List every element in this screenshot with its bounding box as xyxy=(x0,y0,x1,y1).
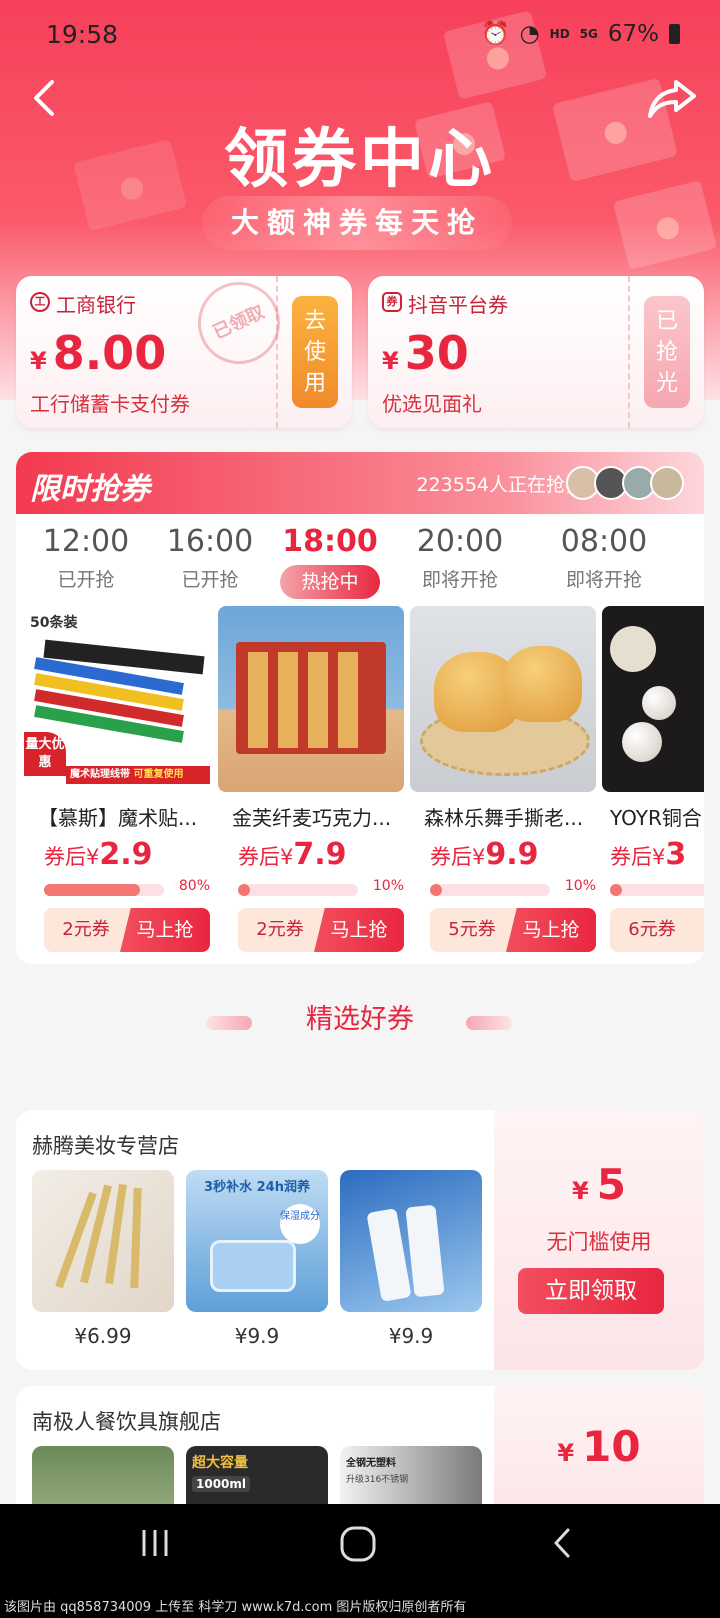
image-badge-count: 50条装 xyxy=(30,615,78,631)
coupon-desc: 优选见面礼 xyxy=(382,392,482,416)
image-banner: 魔术贴理线带 xyxy=(70,769,130,780)
product-image-bread xyxy=(410,606,596,792)
limited-header: 限时抢券 223554人正在抢券 xyxy=(16,452,704,514)
signal-label: 5G xyxy=(579,26,598,41)
avatar xyxy=(650,466,684,500)
limited-title: 限时抢券 xyxy=(30,472,150,507)
time-slot-1600[interactable]: 16:00 已开抢 xyxy=(140,524,280,592)
image-badge-corner: 量大优惠 xyxy=(24,732,66,776)
store-product-price: ¥6.99 xyxy=(74,1324,132,1348)
limited-time-section: 限时抢券 223554人正在抢券 12:00 已开抢 16:00 已开抢 18:00… xyxy=(16,452,704,964)
battery-icon xyxy=(669,23,680,44)
progress-label: 10% xyxy=(372,878,404,894)
store-card: 赫腾美妆专营店 ¥6.99 3秒补水 24h润养 保湿成分 ¥9.9 ¥9.9 … xyxy=(16,1110,704,1370)
coupon-desc: 工行储蓄卡支付券 xyxy=(30,392,190,416)
coupon-value: 2元券 xyxy=(62,919,110,940)
recent-apps-button[interactable] xyxy=(138,1526,172,1560)
product-name: 【慕斯】魔术贴... xyxy=(38,806,198,830)
icbc-logo-icon: 工 xyxy=(30,292,50,312)
progress-bar xyxy=(610,884,704,896)
store-coupon-amount: 5 xyxy=(596,1160,626,1209)
store-coupon-amount: 10 xyxy=(582,1422,641,1471)
image-banner-sub: 可重复使用 xyxy=(133,769,184,780)
product-image-earrings xyxy=(602,606,704,792)
coupon-card-douyin: 券 抖音平台券 ¥30 优选见面礼 已抢光 xyxy=(368,276,704,428)
product-image-velcro: 50条装 量大优惠 魔术贴理线带 可重复使用 xyxy=(24,606,210,792)
coupon-value: 5元券 xyxy=(448,919,496,940)
home-button[interactable] xyxy=(338,1524,378,1564)
progress-label: 10% xyxy=(564,878,596,894)
network-label: HD xyxy=(549,26,570,41)
clock: 19:58 xyxy=(46,20,119,49)
nav-back-button[interactable] xyxy=(546,1526,580,1560)
coupon-currency: ¥ xyxy=(382,347,399,375)
watermark-text: 该图片由 qq858734009 上传至 科学刀 www.k7d.com 图片版… xyxy=(0,1598,720,1618)
home-icon xyxy=(340,1526,376,1562)
store-product-price: ¥9.9 xyxy=(388,1324,434,1348)
store-coupon-condition: 无门槛使用 xyxy=(546,1230,652,1254)
store-product-image[interactable] xyxy=(340,1170,482,1312)
product-price: 9.9 xyxy=(485,837,539,872)
claim-now-button[interactable]: 立即领取 xyxy=(518,1268,664,1314)
wifi-icon: ◔ xyxy=(519,20,540,47)
product-name: YOYR铜合 xyxy=(610,806,702,830)
grab-button[interactable]: 马上抢 xyxy=(314,908,404,952)
product-price: 7.9 xyxy=(293,837,347,872)
chevron-left-icon xyxy=(554,1528,570,1558)
time-slot-2000[interactable]: 20:00 即将开抢 xyxy=(390,524,530,592)
product-card[interactable]: 金芙纤麦巧克力... 券后¥7.9 10% 2元券 马上抢 xyxy=(218,606,404,952)
coupon-issuer: 抖音平台券 xyxy=(408,293,508,317)
progress-bar xyxy=(44,884,164,896)
product-name: 金芙纤麦巧克力... xyxy=(232,806,392,830)
sold-out-button[interactable]: 已抢光 xyxy=(644,296,690,408)
coupon-divider xyxy=(276,276,278,428)
grab-button[interactable]: 马上抢 xyxy=(506,908,596,952)
store-product-image[interactable] xyxy=(32,1170,174,1312)
featured-title: 精选好券 xyxy=(306,1004,414,1035)
store-product-price: ¥9.9 xyxy=(234,1324,280,1348)
time-slot-1200[interactable]: 12:00 已开抢 xyxy=(16,524,156,592)
product-image-chocolate xyxy=(218,606,404,792)
coupon-value: 6元券 xyxy=(628,919,676,940)
coupon-currency: ¥ xyxy=(30,347,47,375)
coupon-card-icbc: 工 工商银行 ¥8.00 工行储蓄卡支付券 去使用 xyxy=(16,276,352,428)
time-slot-0800[interactable]: 08:00 即将开抢 xyxy=(534,524,674,592)
product-price: 2.9 xyxy=(99,837,153,872)
recent-apps-icon xyxy=(142,1530,168,1556)
store-name: 南极人餐饮具旗舰店 xyxy=(32,1410,221,1434)
status-bar: 19:58 ⏰ ◔ HD 5G 67% xyxy=(0,0,720,64)
grab-button[interactable]: 马上抢 xyxy=(120,908,210,952)
coupon-amount: 8.00 xyxy=(52,326,167,380)
battery-text: 67% xyxy=(607,20,659,47)
participants-count: 223554人正在抢券 xyxy=(416,474,584,496)
time-slot-1800[interactable]: 18:00 热抢中 xyxy=(260,524,400,599)
system-nav-bar xyxy=(0,1504,720,1598)
douyin-coupon-icon: 券 xyxy=(382,292,402,312)
featured-header: 精选好券 xyxy=(0,988,720,1052)
coupon-amount: 30 xyxy=(404,326,469,380)
product-price: 3 xyxy=(665,837,687,872)
store-name: 赫腾美妆专营店 xyxy=(32,1134,179,1158)
progress-label: 80% xyxy=(178,878,210,894)
store-product-image[interactable]: 3秒补水 24h润养 保湿成分 xyxy=(186,1170,328,1312)
product-card[interactable]: 森林乐舞手撕老... 券后¥9.9 10% 5元券 马上抢 xyxy=(410,606,596,952)
progress-bar xyxy=(238,884,358,896)
page-subtitle: 大额神券每天抢 xyxy=(202,196,512,250)
product-name: 森林乐舞手撕老... xyxy=(424,806,584,830)
coupon-issuer: 工商银行 xyxy=(56,293,136,317)
progress-bar xyxy=(430,884,550,896)
store-coupon-panel: ¥5 无门槛使用 立即领取 xyxy=(494,1110,704,1370)
product-card[interactable]: 50条装 量大优惠 魔术贴理线带 可重复使用 【慕斯】魔术贴... 券后¥2.9… xyxy=(24,606,210,952)
alarm-icon: ⏰ xyxy=(480,21,510,47)
product-card[interactable]: YOYR铜合 券后¥3 6元券 xyxy=(602,606,704,952)
page-title: 领券中心 xyxy=(224,123,496,197)
use-coupon-button[interactable]: 去使用 xyxy=(292,296,338,408)
coupon-divider xyxy=(628,276,630,428)
coupon-value: 2元券 xyxy=(256,919,304,940)
